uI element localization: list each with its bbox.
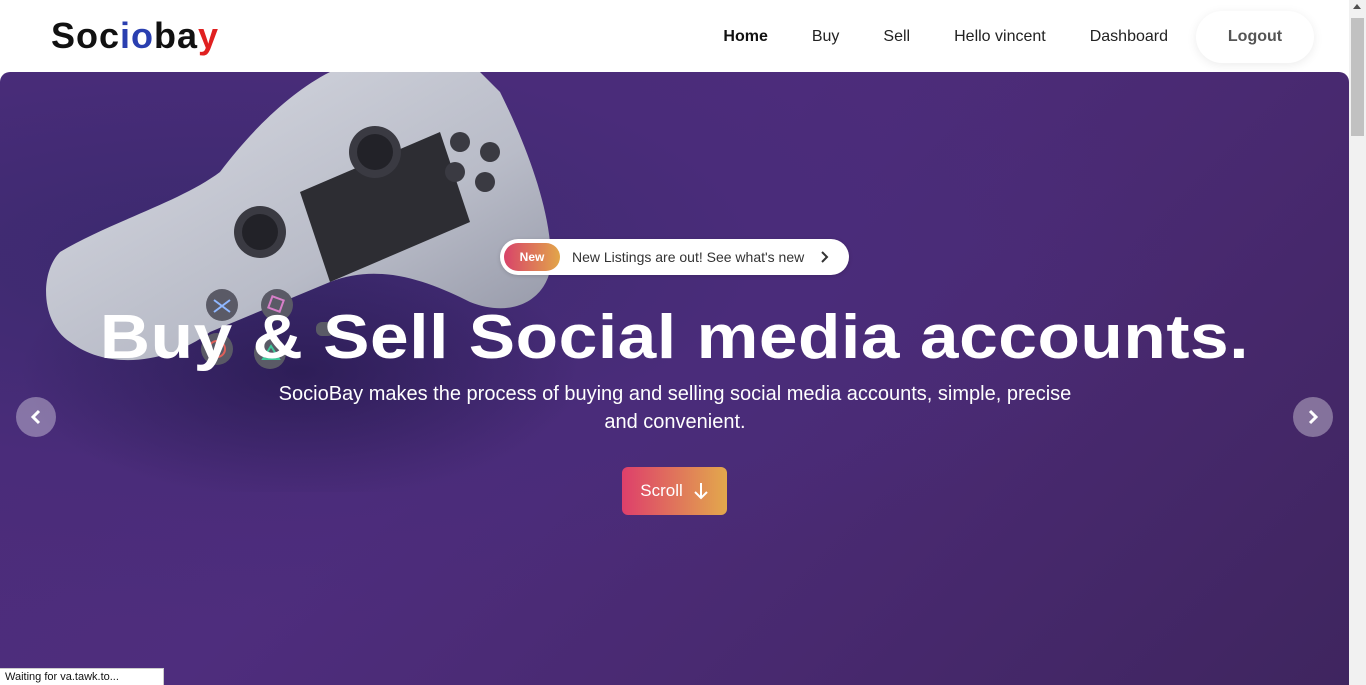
announcement-pill[interactable]: New New Listings are out! See what's new xyxy=(500,239,849,275)
page: Sociobay Home Buy Sell Hello vincent Das… xyxy=(0,0,1366,685)
chevron-left-icon xyxy=(30,409,41,425)
carousel-prev-button[interactable] xyxy=(16,397,56,437)
nav-buy-link[interactable]: Buy xyxy=(812,12,840,62)
logo-part-1: Soc xyxy=(51,15,121,56)
carousel-next-button[interactable] xyxy=(1293,397,1333,437)
nav-dashboard-link[interactable]: Dashboard xyxy=(1090,12,1168,62)
logo-part-3: ba xyxy=(154,15,199,56)
announcement-text: New Listings are out! See what's new xyxy=(572,249,805,265)
scroll-up-arrow-icon[interactable] xyxy=(1353,4,1361,9)
scroll-button-label: Scroll xyxy=(640,481,683,500)
logo-part-2: io xyxy=(120,15,155,56)
chevron-right-icon xyxy=(1308,409,1319,425)
browser-status-bar: Waiting for va.tawk.to... xyxy=(0,668,164,685)
hero-carousel: New New Listings are out! See what's new… xyxy=(0,72,1349,685)
logo-part-4: y xyxy=(198,15,220,56)
nav-home-link[interactable]: Home xyxy=(723,12,767,62)
header: Sociobay Home Buy Sell Hello vincent Das… xyxy=(0,0,1349,72)
logout-button[interactable]: Logout xyxy=(1196,11,1314,63)
new-badge: New xyxy=(504,243,560,271)
arrow-down-icon xyxy=(694,483,708,500)
nav-user-greeting-link[interactable]: Hello vincent xyxy=(954,12,1046,62)
main-nav: Home Buy Sell Hello vincent Dashboard Lo… xyxy=(679,11,1314,63)
site-logo[interactable]: Sociobay xyxy=(51,14,219,58)
scrollbar-thumb[interactable] xyxy=(1351,18,1364,136)
scroll-button[interactable]: Scroll xyxy=(622,467,727,515)
chevron-right-icon xyxy=(821,251,829,263)
hero-headline: Buy & Sell Social media accounts. xyxy=(99,303,1250,372)
hero-subtitle: SocioBay makes the process of buying and… xyxy=(278,383,1072,433)
nav-sell-link[interactable]: Sell xyxy=(883,12,910,62)
